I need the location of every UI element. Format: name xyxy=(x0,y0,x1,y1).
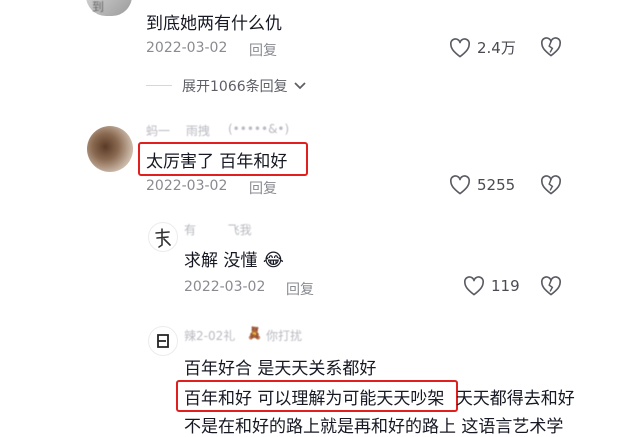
like-count: 119 xyxy=(491,277,520,295)
avatar[interactable] xyxy=(148,326,178,356)
broken-heart-icon[interactable] xyxy=(540,37,562,57)
reply-text-line2: 百年和好 可以理解为可能天天吵架 天天都得去和好 xyxy=(184,384,575,409)
like-count: 2.4万 xyxy=(477,39,516,57)
replier-name-tail: 你打扰 xyxy=(266,329,303,343)
commenter-name-tail: (•••••&•) xyxy=(228,122,290,136)
reply-text-highlighted: 百年和好 可以理解为可能天天吵架 xyxy=(184,389,445,409)
replier-name[interactable]: 辣2-02礼 xyxy=(184,327,235,344)
reply-text-body: 求解 没懂 xyxy=(184,251,258,271)
heart-outline-icon xyxy=(449,37,471,58)
comment-text: 到底她两有什么仇 xyxy=(146,14,282,34)
like-button[interactable]: 119 xyxy=(463,276,520,296)
heart-outline-icon xyxy=(463,276,485,296)
comment-date: 2022-03-02 xyxy=(146,178,228,194)
reply-text-line3: 不是在和好的路上就是再和好的路上 这语言艺术学 xyxy=(184,417,564,437)
comment-text: 太厉害了 百年和好 xyxy=(146,152,288,172)
crying-laughing-emoji: 😂 xyxy=(262,250,284,271)
heart-outline-icon xyxy=(449,175,471,195)
expand-divider xyxy=(146,85,172,86)
avatar[interactable] xyxy=(148,222,178,252)
like-button[interactable]: 2.4万 xyxy=(449,37,516,58)
reply-date: 2022-03-02 xyxy=(184,279,266,295)
reply-button[interactable]: 回复 xyxy=(249,40,277,60)
broken-heart-icon[interactable] xyxy=(540,276,562,296)
reply-button[interactable]: 回复 xyxy=(286,279,314,299)
like-button[interactable]: 5255 xyxy=(449,175,515,195)
teddy-bear-icon: 🧸 xyxy=(247,326,262,340)
reply-button[interactable]: 回复 xyxy=(249,178,277,198)
replier-name[interactable]: 有 飞我 xyxy=(184,221,252,238)
broken-heart-icon[interactable] xyxy=(540,175,562,195)
expand-replies-button[interactable]: 展开1066条回复 xyxy=(182,76,307,96)
chevron-down-icon xyxy=(293,81,307,91)
reply-text: 求解 没懂 😂 xyxy=(184,246,284,271)
like-count: 5255 xyxy=(477,176,516,194)
commenter-name[interactable]: 到 xyxy=(92,0,104,15)
expand-replies-label: 展开1066条回复 xyxy=(182,79,288,95)
commenter-name[interactable]: 蚂一 雨拽 xyxy=(146,122,210,139)
avatar[interactable] xyxy=(87,126,133,172)
reply-text-line1: 百年好合 是天天关系都好 xyxy=(184,359,377,379)
comment-date: 2022-03-02 xyxy=(146,40,228,56)
reply-text-rest: 天天都得去和好 xyxy=(455,389,575,409)
